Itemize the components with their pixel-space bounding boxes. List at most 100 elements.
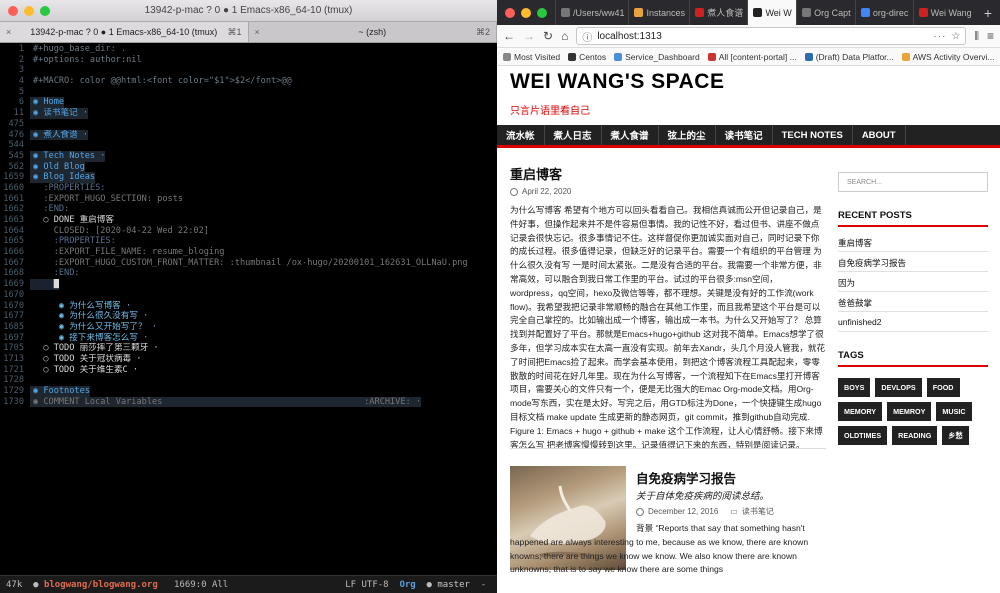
browser-tab[interactable]: /Users/ww41 [555,0,628,25]
minimize-window-button[interactable] [24,5,34,16]
code-line[interactable]: 1659 ◉ Blog Ideas [0,172,497,183]
tag-button[interactable]: OLDTIMES [838,426,888,445]
post-title[interactable]: 重启博客 [510,164,562,183]
code-line[interactable]: 1668 :END: [0,268,497,279]
code-line[interactable]: 1721 ○ TODO 关于维生素C · [0,365,497,376]
tag-button[interactable]: MEMROY [887,402,932,421]
nav-menu-item[interactable]: 煮人食谱 [602,125,659,145]
tag-button[interactable]: DEVLOPS [875,378,922,397]
code-line[interactable]: 1729 ◉ Footnotes [0,386,497,397]
recent-post-link[interactable]: 重启博客 [838,237,872,249]
close-icon[interactable]: × [6,27,11,37]
zoom-window-button[interactable] [537,7,547,18]
recent-post-link[interactable]: 因为 [838,277,855,289]
browser-tab[interactable]: Wei W [747,0,797,25]
recent-posts-heading: RECENT POSTS [838,210,988,227]
code-line[interactable]: 2 #+options: author:nil [0,55,497,66]
code-line[interactable]: 1697 ◉ 接下来博客怎么写 · [0,333,497,344]
browser-tab[interactable]: Wei Wang [912,0,976,25]
code-line[interactable]: 1661 :EXPORT_HUGO_SECTION: posts [0,194,497,205]
code-line[interactable]: 545 ◉ Tech Notes · [0,150,497,162]
tag-button[interactable]: READING [892,426,938,445]
bookmark-star-icon[interactable]: ☆ [951,31,960,42]
browser-tab[interactable]: org-direc [854,0,913,25]
browser-tab[interactable]: 煮人食谱 [689,0,747,25]
nav-menu-item[interactable]: 弦上的尘 [659,125,716,145]
bookmark-item[interactable]: Most Visited [503,52,560,62]
browser-tab[interactable]: Instances [628,0,689,25]
nav-menu-item[interactable]: ABOUT [853,125,906,145]
code-line[interactable]: 1705 ○ TODO 丽莎摔了第三颗牙 · [0,343,497,354]
browser-tab[interactable]: Org Capt [796,0,855,25]
code-line[interactable]: 5 [0,87,497,98]
code-line[interactable]: 1670 [0,290,497,301]
library-icon[interactable]: ⫼ [974,31,979,42]
emacs-buffer[interactable]: 1 #+hugo_base_dir: . 2 #+options: author:ni… [0,44,497,408]
code-line[interactable]: 4 #+MACRO: color @@html:<font color="$1">… [0,76,497,87]
line-text: ◉ 煮人食谱 · [30,129,89,141]
nav-menu-item[interactable]: 读书笔记 [716,125,773,145]
tag-button[interactable]: BOYS [838,378,871,397]
browser-tab-label: org-direc [872,7,909,18]
close-icon[interactable]: × [255,27,260,37]
code-line[interactable]: 1667 :EXPORT_HUGO_CUSTOM_FRONT_MATTER: :… [0,258,497,269]
code-line[interactable]: 1660 :PROPERTIES: [0,183,497,194]
code-line[interactable]: 1670 ◉ 为什么写博客 · [0,301,497,312]
bookmark-item[interactable]: AWS Activity Overvi... [901,52,995,62]
new-tab-icon[interactable]: + [976,5,1000,21]
code-line[interactable]: 1728 [0,375,497,386]
recent-post-link[interactable]: unfinished2 [838,317,881,327]
tag-button[interactable]: MUSIC [936,402,972,421]
home-icon[interactable]: ⌂ [561,29,568,43]
code-line[interactable]: 6 ◉ Home [0,97,497,109]
code-line[interactable]: 1677 ◉ 为什么很久没有写 · [0,311,497,322]
code-line[interactable]: 562 ◉ Old Blog [0,161,497,173]
post-excerpt-text: 背景 “Reports that say that something hasn… [510,523,809,575]
code-line[interactable]: 1666 :EXPORT_FILE_NAME: resume_bloging [0,247,497,258]
tag-button[interactable]: MEMORY [838,402,883,421]
bookmark-item[interactable]: Centos [568,52,606,62]
terminal-tab-2[interactable]: × ~ (zsh) ⌘2 [249,22,497,42]
nav-menu-item[interactable]: TECH NOTES [773,125,853,145]
bookmark-item[interactable]: Service_Dashboard [614,52,700,62]
tag-button[interactable]: FOOD [926,378,960,397]
bookmark-item[interactable]: All [content-portal] ... [707,52,797,62]
code-line[interactable]: 1663 ○ DONE 重启博客 [0,215,497,226]
minimize-window-button[interactable] [521,7,531,18]
forward-icon[interactable]: → [523,29,535,43]
search-input[interactable]: SEARCH... [838,172,988,192]
reload-icon[interactable]: ↻ [543,29,553,43]
code-line[interactable]: 1685 ◉ 为什么又开始写了？ · [0,322,497,333]
code-line[interactable]: 1713 ○ TODO 关于冠状病毒 · [0,354,497,365]
info-icon[interactable]: ⓘ [582,29,592,44]
nav-menu-item[interactable]: 煮人日志 [545,125,602,145]
menu-icon[interactable]: ≡ [987,29,994,43]
close-window-button[interactable] [8,5,18,16]
page-actions-icon[interactable]: ··· [933,31,946,42]
recent-post-link[interactable]: 自免疫病学习报告 [838,257,906,269]
code-line[interactable]: 544 [0,140,497,151]
code-line[interactable]: 1669 █ [0,279,497,290]
terminal-tab-1[interactable]: × 13942-p-mac ? 0 ● 1 Emacs-x86_64-10 (t… [0,22,249,42]
back-icon[interactable]: ← [503,29,515,43]
post-category[interactable]: 读书笔记 [742,506,774,517]
code-line[interactable]: 1730 ◉ COMMENT Local Variables :ARCHIVE: … [0,396,497,408]
code-line[interactable]: 11 ◉ 读书笔记 · [0,108,497,119]
url-bar[interactable]: ⓘ localhost:1313 ··· ☆ [576,27,967,45]
line-number: 6 [18,97,24,108]
post-title[interactable]: 自免疫病学习报告 [636,468,736,487]
nav-menu-item[interactable]: 流水帐 [497,125,545,145]
zoom-window-button[interactable] [40,5,50,16]
code-line[interactable]: 1662 :END: [0,204,497,215]
site-title[interactable]: WEI WANG'S SPACE [510,70,724,94]
code-line[interactable]: 1665 :PROPERTIES: [0,236,497,247]
code-line[interactable]: 1664 CLOSED: [2020-04-22 Wed 22:02] [0,226,497,237]
code-line[interactable]: 1 #+hugo_base_dir: . [0,44,497,55]
close-window-button[interactable] [505,7,515,18]
code-line[interactable]: 476 ◉ 煮人食谱 · [0,129,497,141]
code-line[interactable]: 3 [0,65,497,76]
recent-post-link[interactable]: 爸爸鼓掌 [838,297,872,309]
bookmark-item[interactable]: (Draft) Data Platfor... [804,52,894,62]
code-line[interactable]: 475 [0,119,497,130]
tag-button[interactable]: 乡愁 [942,426,969,445]
